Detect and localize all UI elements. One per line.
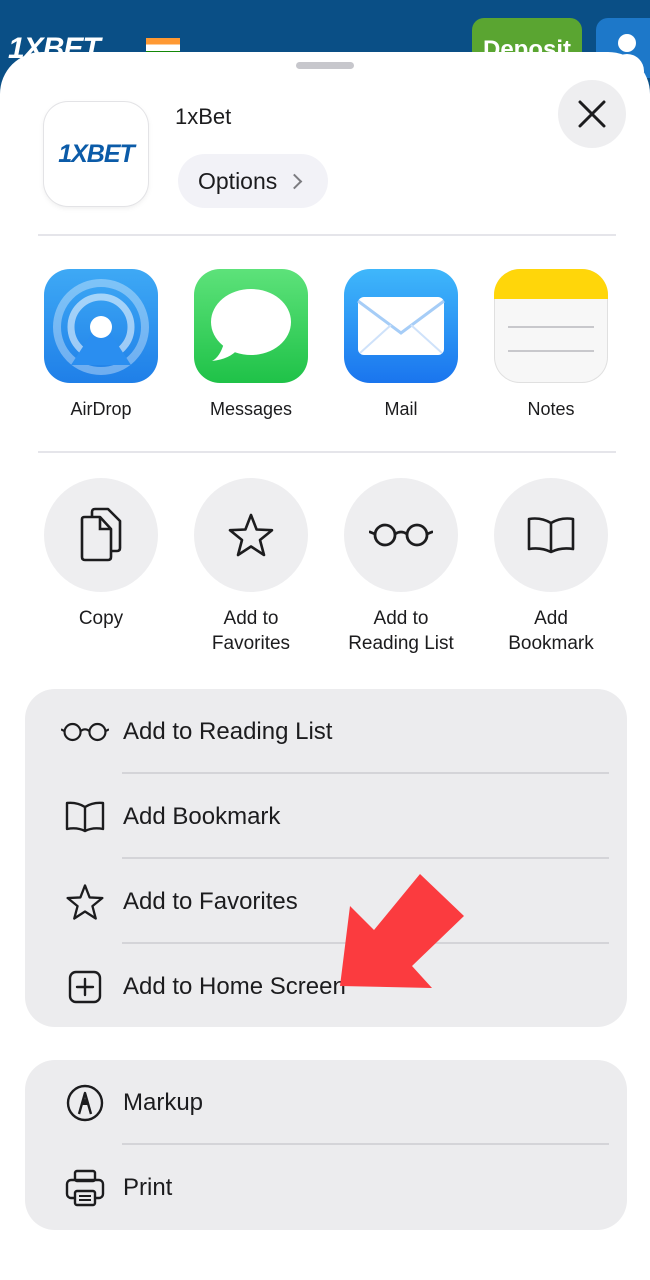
list-item-label: Add to Home Screen	[123, 972, 346, 1000]
action-add-bookmark[interactable]: Add Bookmark	[476, 478, 626, 656]
plus-square-icon	[61, 963, 109, 1011]
app-label: Mail	[384, 399, 418, 419]
list-item-add-to-favorites[interactable]: Add to Favorites	[25, 859, 627, 944]
site-icon: 1XBET	[44, 102, 148, 206]
app-label: Notes	[527, 399, 575, 419]
action-copy[interactable]: Copy	[26, 478, 176, 631]
messages-icon	[194, 269, 308, 383]
action-label: Add to Favorites	[211, 608, 291, 654]
site-icon-logo: 1XBET	[58, 139, 135, 168]
site-title: 1xBet	[175, 104, 232, 129]
airdrop-icon	[44, 269, 158, 383]
action-label: Copy	[78, 608, 124, 629]
close-button[interactable]	[558, 80, 626, 148]
share-app-notes[interactable]: Notes	[476, 269, 626, 420]
list-item-print[interactable]: Print	[25, 1145, 627, 1230]
star-icon	[228, 513, 274, 557]
list-item-add-bookmark[interactable]: Add Bookmark	[25, 774, 627, 859]
actions-list-group-secondary: Markup Print	[25, 1060, 627, 1230]
list-item-add-to-home-screen[interactable]: Add to Home Screen	[25, 944, 627, 1029]
reading-list-button-circle[interactable]	[344, 478, 458, 592]
bookmark-button-circle[interactable]	[494, 478, 608, 592]
printer-icon	[61, 1164, 109, 1212]
share-app-messages[interactable]: Messages	[176, 269, 326, 420]
divider	[38, 234, 616, 236]
list-item-label: Add Bookmark	[123, 802, 281, 830]
copy-button-circle[interactable]	[44, 478, 158, 592]
notes-icon	[494, 269, 608, 383]
book-icon	[61, 793, 109, 841]
copy-icon	[80, 507, 122, 562]
app-label: Messages	[209, 399, 293, 419]
list-item-markup[interactable]: Markup	[25, 1060, 627, 1145]
divider	[38, 451, 616, 453]
action-label: Add to Reading List	[348, 608, 454, 654]
favorites-button-circle[interactable]	[194, 478, 308, 592]
app-label: AirDrop	[70, 399, 132, 419]
actions-list-group: Add to Reading List Add Bookmark Add to …	[25, 689, 627, 1027]
sheet-grabber[interactable]	[296, 62, 354, 69]
pointer-arrow-icon	[340, 874, 464, 988]
star-icon	[61, 878, 109, 926]
list-item-label: Add to Reading List	[123, 717, 333, 745]
action-add-to-favorites[interactable]: Add to Favorites	[176, 478, 326, 656]
share-app-airdrop[interactable]: AirDrop	[26, 269, 176, 420]
list-item-label: Markup	[123, 1088, 204, 1116]
glasses-icon	[369, 523, 433, 547]
share-app-mail[interactable]: Mail	[326, 269, 476, 420]
action-add-to-reading-list[interactable]: Add to Reading List	[326, 478, 476, 656]
action-label: Add Bookmark	[508, 608, 594, 654]
markup-icon	[61, 1079, 109, 1127]
options-button[interactable]: Options	[178, 154, 328, 208]
list-item-add-to-reading-list[interactable]: Add to Reading List	[25, 689, 627, 774]
list-item-label: Add to Favorites	[123, 887, 298, 915]
mail-icon	[344, 269, 458, 383]
share-sheet: 1XBET 1xBet Options AirDrop Messages Mai…	[0, 52, 650, 1280]
glasses-icon	[61, 708, 109, 756]
options-label: Options	[198, 167, 278, 194]
book-icon	[527, 517, 575, 554]
close-icon	[578, 100, 606, 128]
list-item-label: Print	[123, 1173, 173, 1201]
chevron-right-icon	[286, 173, 303, 189]
